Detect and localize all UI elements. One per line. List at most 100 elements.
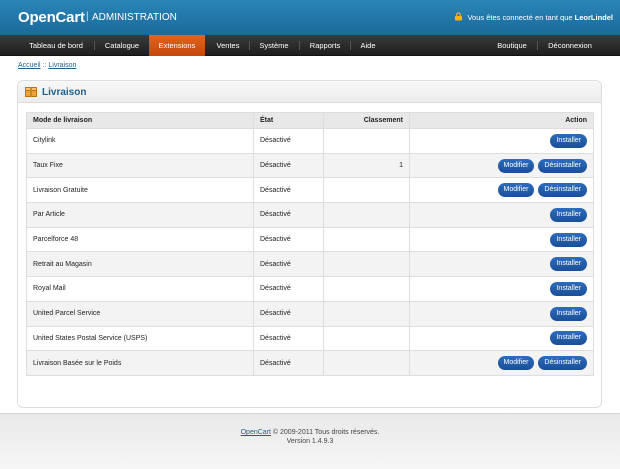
sort-order-cell <box>323 350 410 376</box>
nav-deconnexion[interactable]: Déconnexion <box>541 35 599 56</box>
footer-text: OpenCart © 2009-2011 Tous droits réservé… <box>0 428 620 446</box>
action-cell: Installer <box>409 227 594 253</box>
shipping-method-name: United Parcel Service <box>26 301 254 327</box>
nav-ventes[interactable]: Ventes <box>209 35 247 56</box>
action-cell: Modifier Désinstaller <box>409 153 594 179</box>
shipping-method-name: Taux Fixe <box>26 153 254 179</box>
nav-catalogue[interactable]: Catalogue <box>98 35 146 56</box>
status-cell: Désactivé <box>253 326 324 352</box>
uninstall-button[interactable]: Désinstaller <box>538 356 587 371</box>
table-row: United Parcel Service Désactivé Installer <box>26 301 594 327</box>
status-cell: Désactivé <box>253 227 324 253</box>
nav-divider <box>350 41 351 50</box>
sort-order-cell <box>323 202 410 228</box>
package-icon <box>25 86 37 99</box>
table-row: Retrait au Magasin Désactivé Installer <box>26 251 594 278</box>
uninstall-button[interactable]: Désinstaller <box>538 183 587 198</box>
nav-divider <box>299 41 300 50</box>
install-button[interactable]: Installer <box>550 207 587 222</box>
shipping-panel: Livraison Mode de livraison État Classem… <box>17 80 602 408</box>
edit-button[interactable]: Modifier <box>497 158 535 173</box>
shipping-method-name: Royal Mail <box>26 276 254 302</box>
nav-extensions[interactable]: Extensions <box>149 35 205 56</box>
edit-button[interactable]: Modifier <box>497 183 535 198</box>
footer-opencart-link[interactable]: OpenCart <box>241 429 271 436</box>
breadcrumb-separator: :: <box>42 62 47 69</box>
sort-order-cell: 1 <box>323 153 410 179</box>
username[interactable]: LeorLindel <box>575 13 613 22</box>
action-cell: Installer <box>409 276 594 302</box>
status-cell: Désactivé <box>253 350 324 376</box>
table-row: Citylink Désactivé Installer <box>26 128 594 154</box>
breadcrumb: Accueil :: Livraison <box>18 62 76 69</box>
col-mode-livraison[interactable]: Mode de livraison <box>26 112 254 129</box>
nav-boutique[interactable]: Boutique <box>490 35 534 56</box>
col-etat[interactable]: État <box>253 112 324 129</box>
table-row: Livraison Gratuite Désactivé Modifier Désin… <box>26 177 594 204</box>
sort-order-cell <box>323 326 410 352</box>
sort-order-cell <box>323 276 410 302</box>
table-row: Par Article Désactivé Installer <box>26 202 594 228</box>
sort-order-cell <box>323 227 410 253</box>
shipping-method-name: Parcelforce 48 <box>26 227 254 253</box>
shipping-method-name: Par Article <box>26 202 254 228</box>
action-cell: Installer <box>409 326 594 352</box>
main-nav: Tableau de bord Catalogue Extensions Ven… <box>0 35 620 56</box>
nav-aide[interactable]: Aide <box>354 35 382 56</box>
status-cell: Désactivé <box>253 202 324 228</box>
table-row: United States Postal Service (USPS) Désac… <box>26 326 594 352</box>
footer-version: Version 1.4.9.3 <box>286 438 334 445</box>
action-cell: Installer <box>409 251 594 278</box>
logged-in-user: Vous êtes connecté en tant que LeorLinde… <box>454 12 613 23</box>
install-button[interactable]: Installer <box>550 257 587 272</box>
status-cell: Désactivé <box>253 251 324 278</box>
nav-dashboard[interactable]: Tableau de bord <box>22 35 90 56</box>
status-cell: Désactivé <box>253 276 324 302</box>
install-button[interactable]: Installer <box>550 281 587 296</box>
nav-rapports[interactable]: Rapports <box>303 35 347 56</box>
header-separator: | <box>86 11 89 22</box>
status-cell: Désactivé <box>253 153 324 179</box>
install-button[interactable]: Installer <box>550 306 587 321</box>
action-cell: Installer <box>409 202 594 228</box>
uninstall-button[interactable]: Désinstaller <box>538 158 587 173</box>
action-cell: Modifier Désinstaller <box>409 177 594 204</box>
lock-icon <box>454 12 463 23</box>
install-button[interactable]: Installer <box>550 331 587 346</box>
status-cell: Désactivé <box>253 177 324 204</box>
nav-divider <box>249 41 250 50</box>
action-cell: Installer <box>409 301 594 327</box>
admin-label: ADMINISTRATION <box>92 12 177 23</box>
shipping-method-name: Livraison Basée sur le Poids <box>26 350 254 376</box>
user-prefix: Vous êtes connecté en tant que <box>467 13 573 22</box>
action-cell: Installer <box>409 128 594 154</box>
status-cell: Désactivé <box>253 301 324 327</box>
sort-order-cell <box>323 301 410 327</box>
shipping-table: Mode de livraison État Classement Action… <box>26 112 594 376</box>
shipping-method-name: Livraison Gratuite <box>26 177 254 204</box>
shipping-method-name: Retrait au Magasin <box>26 251 254 278</box>
table-header-row: Mode de livraison État Classement Action <box>26 112 594 129</box>
nav-systeme[interactable]: Système <box>253 35 295 56</box>
install-button[interactable]: Installer <box>550 232 587 247</box>
edit-button[interactable]: Modifier <box>497 356 535 371</box>
breadcrumb-home[interactable]: Accueil <box>18 62 41 69</box>
page-title: Livraison <box>42 87 87 98</box>
table-row: Livraison Basée sur le Poids Désactivé Mod… <box>26 350 594 376</box>
top-header: OpenCart | ADMINISTRATION Vous êtes conn… <box>0 0 620 35</box>
table-row: Royal Mail Désactivé Installer <box>26 276 594 302</box>
opencart-logo[interactable]: OpenCart <box>18 9 85 26</box>
breadcrumb-livraison[interactable]: Livraison <box>48 62 76 69</box>
shipping-method-name: United States Postal Service (USPS) <box>26 326 254 352</box>
nav-divider <box>537 41 538 50</box>
shipping-method-name: Citylink <box>26 128 254 154</box>
col-classement[interactable]: Classement <box>323 112 410 129</box>
sort-order-cell <box>323 251 410 278</box>
panel-header: Livraison <box>18 81 601 103</box>
nav-divider <box>94 41 95 50</box>
col-action: Action <box>409 112 594 129</box>
status-cell: Désactivé <box>253 128 324 154</box>
action-cell: Modifier Désinstaller <box>409 350 594 376</box>
install-button[interactable]: Installer <box>550 133 587 148</box>
table-row: Taux Fixe Désactivé 1 Modifier Désinstaller <box>26 153 594 179</box>
